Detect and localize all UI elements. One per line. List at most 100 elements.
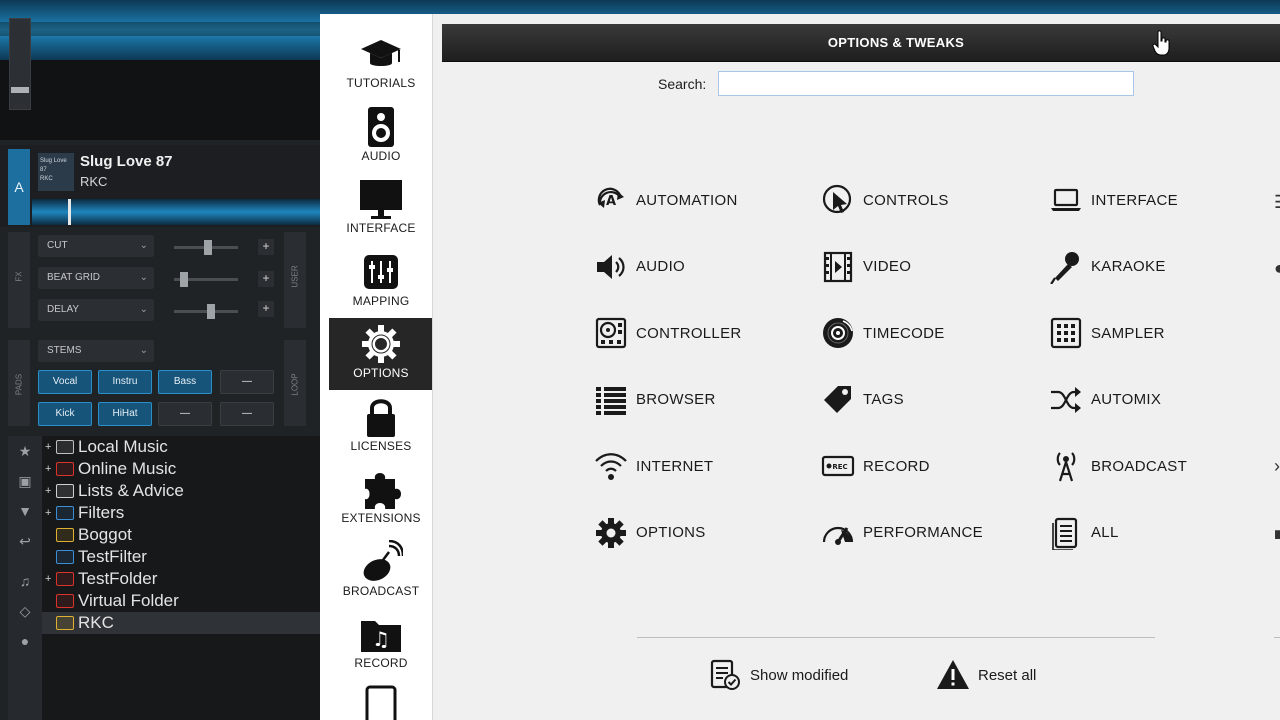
- nav-item-label: OPTIONS: [353, 366, 409, 380]
- category-timecode[interactable]: TIMECODE: [820, 313, 945, 353]
- fx-select-2[interactable]: BEAT GRID ⌄: [38, 267, 154, 289]
- pad-empty[interactable]: —: [220, 370, 274, 394]
- add-folder-icon[interactable]: ▣: [8, 466, 42, 496]
- category-record[interactable]: REC RECORD: [820, 446, 930, 486]
- nav-item-mapping[interactable]: MAPPING: [329, 246, 433, 318]
- nav-item-record[interactable]: ♫ RECORD: [329, 608, 433, 680]
- category-options[interactable]: OPTIONS: [593, 513, 706, 553]
- category-automation[interactable]: A AUTOMATION: [593, 180, 738, 220]
- filter-icon[interactable]: ▼: [8, 496, 42, 526]
- fx-slider-2[interactable]: [174, 272, 238, 287]
- pad-empty[interactable]: —: [158, 402, 212, 426]
- category-all[interactable]: ALL: [1048, 513, 1119, 553]
- category-controller[interactable]: CONTROLLER: [593, 313, 742, 353]
- tag-icon[interactable]: ◇: [8, 596, 42, 626]
- cursor-click-icon: [820, 182, 856, 218]
- category-browser[interactable]: BROWSER: [593, 380, 716, 420]
- music-note-icon[interactable]: ♫: [8, 566, 42, 596]
- expand-icon[interactable]: +: [45, 502, 51, 524]
- nav-item-interface[interactable]: INTERFACE: [329, 173, 433, 245]
- fx-slider-3[interactable]: [174, 304, 238, 319]
- nav-item-broadcast[interactable]: BROADCAST: [329, 536, 433, 608]
- search-input[interactable]: [718, 71, 1134, 96]
- music-folder-icon: [56, 594, 74, 608]
- pad-hihat[interactable]: HiHat: [98, 402, 152, 426]
- nav-item-audio[interactable]: AUDIO: [329, 101, 433, 173]
- category-video[interactable]: VIDEO: [820, 247, 911, 287]
- track-title: Slug Love 87: [80, 153, 173, 170]
- back-icon[interactable]: ↩: [8, 526, 42, 556]
- deck-letter[interactable]: A: [8, 149, 30, 225]
- category-tags[interactable]: TAGS: [820, 380, 904, 420]
- category-label: KARAOKE: [1091, 258, 1166, 275]
- category-karaoke[interactable]: KARAOKE: [1048, 247, 1166, 287]
- pad-bass[interactable]: Bass: [158, 370, 212, 394]
- slider-thumb[interactable]: [207, 304, 215, 319]
- category-broadcast[interactable]: BROADCAST: [1048, 446, 1187, 486]
- tree-item[interactable]: + Online Music: [42, 458, 320, 480]
- shuffle-icon: [1048, 382, 1084, 418]
- category-audio[interactable]: AUDIO: [593, 247, 685, 287]
- star-folder-icon: [56, 616, 74, 630]
- pad-empty[interactable]: —: [220, 402, 274, 426]
- tree-item-label: Boggot: [78, 525, 132, 544]
- category-automix[interactable]: AUTOMIX: [1048, 380, 1161, 420]
- gauge-icon: [820, 515, 856, 551]
- fx-add-button-2[interactable]: +: [258, 271, 274, 287]
- music-folder-icon: [56, 572, 74, 586]
- cue-marker: [68, 199, 71, 225]
- category-performance[interactable]: PERFORMANCE: [820, 513, 983, 553]
- microphone-icon[interactable]: ●: [8, 626, 42, 656]
- pad-vocal[interactable]: Vocal: [38, 370, 92, 394]
- pad-kick[interactable]: Kick: [38, 402, 92, 426]
- tree-item[interactable]: RKC: [42, 612, 320, 634]
- fx-tab[interactable]: FX: [8, 232, 30, 328]
- nav-item-more[interactable]: [329, 681, 433, 720]
- nav-item-options[interactable]: OPTIONS: [329, 318, 433, 390]
- slider-thumb[interactable]: [204, 240, 212, 255]
- pitch-fader[interactable]: [9, 18, 31, 110]
- fx-select-3[interactable]: DELAY ⌄: [38, 299, 154, 321]
- slider-thumb[interactable]: [180, 272, 188, 287]
- tree-item[interactable]: + Local Music: [42, 436, 320, 458]
- category-sampler[interactable]: SAMPLER: [1048, 313, 1165, 353]
- category-label: OPTIONS: [636, 524, 706, 541]
- microphone-icon: [1048, 249, 1084, 285]
- pitch-fader-knob[interactable]: [11, 87, 29, 93]
- user-tab[interactable]: USER: [284, 232, 306, 328]
- tree-item[interactable]: Virtual Folder: [42, 590, 320, 612]
- loop-tab[interactable]: LOOP: [284, 340, 306, 426]
- category-controls[interactable]: CONTROLS: [820, 180, 949, 220]
- nav-item-tutorials[interactable]: TUTORIALS: [329, 28, 433, 100]
- pads-mode-select[interactable]: STEMS ⌄: [38, 340, 154, 362]
- tree-item[interactable]: + TestFolder: [42, 568, 320, 590]
- category-interface[interactable]: INTERFACE: [1048, 180, 1178, 220]
- expand-icon[interactable]: +: [45, 436, 51, 458]
- expand-icon[interactable]: +: [45, 480, 51, 502]
- vinyl-icon: [820, 315, 856, 351]
- deck-a: A Slug Love 87 RKC Slug Love 87 RKC: [0, 145, 320, 227]
- controller-icon: [593, 315, 629, 351]
- category-internet[interactable]: INTERNET: [593, 446, 713, 486]
- fx-select-1[interactable]: CUT ⌄: [38, 235, 154, 257]
- pads-tab[interactable]: PADS: [8, 340, 30, 426]
- category-label: VIDEO: [863, 258, 912, 275]
- nav-item-extensions[interactable]: EXTENSIONS: [329, 463, 433, 535]
- fx-slider-1[interactable]: [174, 240, 238, 255]
- deck-waveform[interactable]: [32, 199, 320, 225]
- chevron-down-icon: ⌄: [139, 240, 148, 251]
- tree-item[interactable]: + Lists & Advice: [42, 480, 320, 502]
- tree-item[interactable]: + Filters: [42, 502, 320, 524]
- tree-item[interactable]: Boggot: [42, 524, 320, 546]
- star-icon[interactable]: ★: [8, 436, 42, 466]
- expand-icon[interactable]: +: [45, 568, 51, 590]
- graduation-cap-icon: [329, 28, 433, 76]
- show-modified-button[interactable]: Show modified: [708, 657, 848, 693]
- fx-add-button-3[interactable]: +: [258, 301, 274, 317]
- reset-all-button[interactable]: Reset all: [936, 657, 1036, 693]
- fx-add-button-1[interactable]: +: [258, 239, 274, 255]
- tree-item[interactable]: TestFilter: [42, 546, 320, 568]
- pad-instru[interactable]: Instru: [98, 370, 152, 394]
- expand-icon[interactable]: +: [45, 458, 51, 480]
- nav-item-licenses[interactable]: LICENSES: [329, 391, 433, 463]
